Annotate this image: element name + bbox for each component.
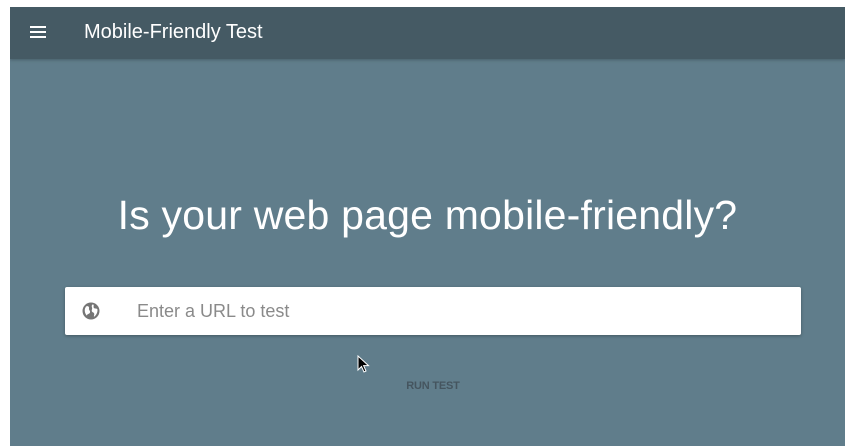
run-test-button[interactable]: RUN TEST	[381, 371, 485, 401]
app-title: Mobile-Friendly Test	[84, 21, 263, 43]
url-input-box[interactable]	[65, 287, 801, 335]
app-window: Mobile-Friendly Test Is your web page mo…	[10, 7, 845, 446]
hamburger-menu-icon[interactable]	[28, 23, 50, 41]
app-bar: Mobile-Friendly Test	[10, 7, 845, 59]
url-input[interactable]	[137, 297, 777, 325]
page-headline: Is your web page mobile-friendly?	[117, 192, 738, 238]
globe-icon	[81, 301, 101, 321]
mouse-cursor-icon	[357, 354, 371, 375]
